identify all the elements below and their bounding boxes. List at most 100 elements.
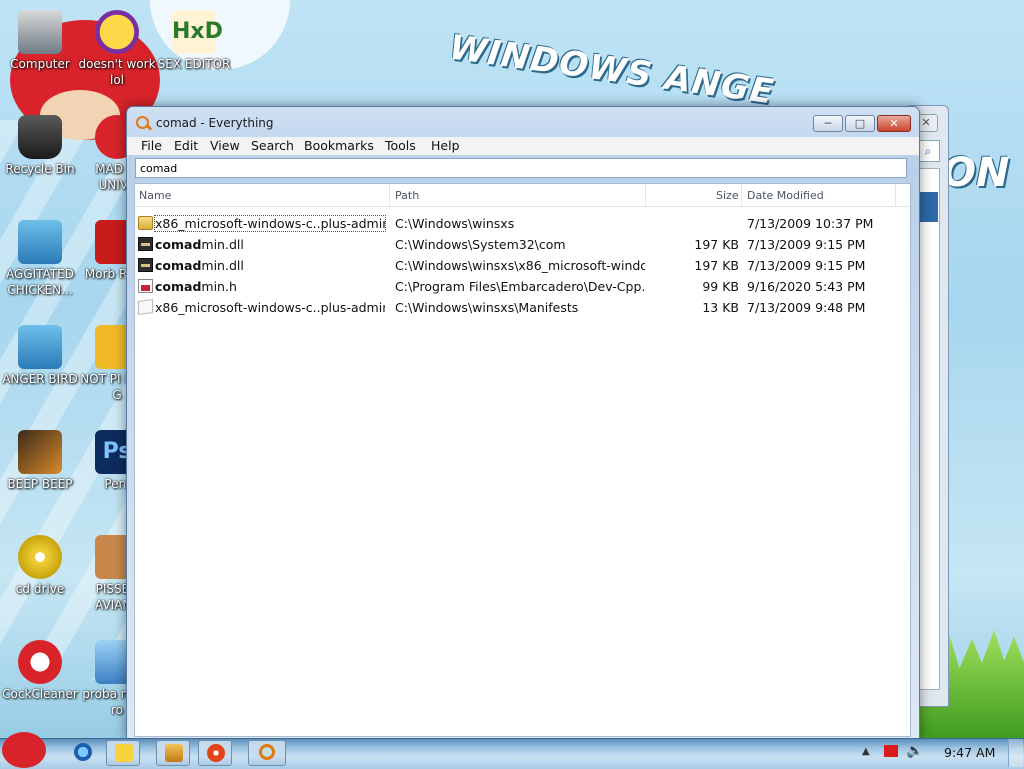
table-row[interactable]: comadmin.h C:\Program Files\Embarcadero\… [135, 276, 910, 297]
column-divider[interactable] [389, 184, 390, 206]
taskbar [0, 738, 1024, 769]
menu-bookmarks[interactable]: Bookmarks [302, 138, 376, 153]
window-title: comad - Everything [156, 116, 274, 130]
row-date: 7/13/2009 10:37 PM [747, 216, 874, 231]
menu-edit[interactable]: Edit [172, 138, 200, 153]
internet-explorer-icon [74, 743, 92, 761]
results-list[interactable]: Name Path Size Date Modified x86_microso… [134, 183, 911, 737]
column-date-modified[interactable]: Date Modified [747, 189, 824, 202]
desktop-icon-label: cd drive [15, 582, 65, 596]
column-path[interactable]: Path [395, 189, 419, 202]
column-divider[interactable] [741, 184, 742, 206]
column-name[interactable]: Name [139, 189, 171, 202]
taskbar-clock[interactable]: 9:47 AM [944, 745, 995, 760]
header-file-icon [138, 279, 153, 293]
ccleaner-icon [18, 640, 62, 684]
row-date: 7/13/2009 9:15 PM [747, 237, 866, 252]
desktop-icon-hex-editor[interactable]: HxD SEX EDITOR [154, 10, 234, 72]
row-path: C:\Windows\System32\com [395, 237, 566, 252]
desktop-icon-label: SEX EDITOR [157, 57, 231, 71]
close-button[interactable]: ✕ [877, 115, 911, 132]
everything-search-icon [259, 744, 275, 760]
hxd-icon: HxD [172, 10, 223, 54]
desktop-icon-anger-bird[interactable]: ANGER BIRD [0, 325, 80, 387]
show-desktop-button[interactable] [1008, 739, 1023, 767]
column-divider[interactable] [645, 184, 646, 206]
game-icon [18, 430, 62, 474]
row-name: comadmin.h [155, 279, 237, 294]
computer-icon [18, 10, 62, 54]
row-name: x86_microsoft-windows-c..plus-admin-... [155, 300, 385, 315]
desktop-icon-label: Computer [10, 57, 70, 71]
search-input[interactable] [135, 158, 907, 178]
taskbar-paint-button[interactable] [106, 740, 140, 766]
maximize-button[interactable]: □ [845, 115, 875, 132]
desktop-icon-yahoo[interactable]: doesn't work lol [77, 10, 157, 88]
angry-bird-app-icon [18, 325, 62, 369]
angry-bird-app-icon [18, 220, 62, 264]
column-divider[interactable] [895, 184, 896, 206]
desktop-icon-label: Recycle Bin [5, 162, 75, 176]
wallpaper-title-end: ON [942, 150, 1010, 196]
row-name: comadmin.dll [155, 237, 244, 252]
desktop-icon-cd-drive[interactable]: cd drive [0, 535, 80, 597]
desktop-icon-aggitated-chicken[interactable]: AGGITATED CHICKEN... [0, 220, 80, 298]
row-date: 7/13/2009 9:48 PM [747, 300, 866, 315]
desktop-icon-cockcleaner[interactable]: CockCleaner [0, 640, 80, 702]
menu-bar: File Edit View Search Bookmarks Tools He… [127, 137, 919, 155]
row-path: C:\Windows\winsxs\Manifests [395, 300, 579, 315]
row-date: 7/13/2009 9:15 PM [747, 258, 866, 273]
taskbar-media-player-button[interactable] [156, 740, 190, 766]
cd-icon [18, 535, 62, 579]
row-path: C:\Windows\winsxs [395, 216, 515, 231]
everything-app-icon [136, 116, 149, 129]
table-row[interactable]: x86_microsoft-windows-c..plus-admin-... … [135, 213, 910, 234]
row-size: 99 KB [702, 279, 739, 294]
dll-file-icon [138, 258, 153, 272]
row-name: comadmin.dll [155, 258, 244, 273]
wallpaper-title: WINDOWS ANGE [446, 27, 777, 113]
row-size: 13 KB [702, 300, 739, 315]
desktop-icon-computer[interactable]: Computer [0, 10, 80, 72]
desktop-icon-label: CockCleaner [2, 687, 78, 701]
dll-file-icon [138, 237, 153, 251]
start-button-angry-bird-icon[interactable] [2, 732, 46, 768]
everything-window[interactable]: comad - Everything ─ □ ✕ File Edit View … [126, 106, 920, 740]
desktop-icon-beep-beep[interactable]: BEEP BEEP [0, 430, 80, 492]
volume-icon[interactable]: 🔈 [906, 743, 923, 759]
folder-icon [138, 216, 153, 230]
action-center-flag-icon[interactable] [884, 745, 898, 757]
desktop-icon-label: doesn't work lol [78, 57, 156, 87]
taskbar-internet-explorer-button[interactable] [66, 740, 100, 766]
menu-search[interactable]: Search [249, 138, 296, 153]
taskbar-everything-button[interactable] [248, 740, 286, 766]
row-size: 197 KB [694, 237, 739, 252]
table-row[interactable]: comadmin.dll C:\Windows\winsxs\x86_micro… [135, 255, 910, 276]
row-date: 9/16/2020 5:43 PM [747, 279, 866, 294]
minimize-button[interactable]: ─ [813, 115, 843, 132]
recycle-bin-icon [18, 115, 62, 159]
row-name: x86_microsoft-windows-c..plus-admin-... [154, 215, 386, 232]
desktop-icon-label: AGGITATED CHICKEN... [6, 267, 74, 297]
title-bar[interactable]: comad - Everything ─ □ ✕ [127, 107, 919, 137]
row-path: C:\Program Files\Embarcadero\Dev-Cpp... [395, 279, 645, 294]
menu-file[interactable]: File [139, 138, 164, 153]
media-player-icon [165, 744, 183, 762]
sun-icon [115, 744, 133, 762]
column-size[interactable]: Size [716, 189, 739, 202]
row-path: C:\Windows\winsxs\x86_microsoft-windo... [395, 258, 645, 273]
lightning-icon [207, 744, 225, 762]
desktop-icon-label: ANGER BIRD [2, 372, 78, 386]
manifest-file-icon [138, 298, 153, 316]
desktop-icon-recycle-bin[interactable]: Recycle Bin [0, 115, 80, 177]
menu-view[interactable]: View [208, 138, 242, 153]
table-row[interactable]: x86_microsoft-windows-c..plus-admin-... … [135, 297, 910, 318]
taskbar-flash-button[interactable] [198, 740, 232, 766]
desktop-icon-label: BEEP BEEP [7, 477, 73, 491]
row-size: 197 KB [694, 258, 739, 273]
menu-help[interactable]: Help [429, 138, 462, 153]
tray-expand-icon[interactable]: ▲ [862, 746, 870, 757]
column-header: Name Path Size Date Modified [135, 184, 910, 207]
table-row[interactable]: comadmin.dll C:\Windows\System32\com 197… [135, 234, 910, 255]
menu-tools[interactable]: Tools [383, 138, 418, 153]
